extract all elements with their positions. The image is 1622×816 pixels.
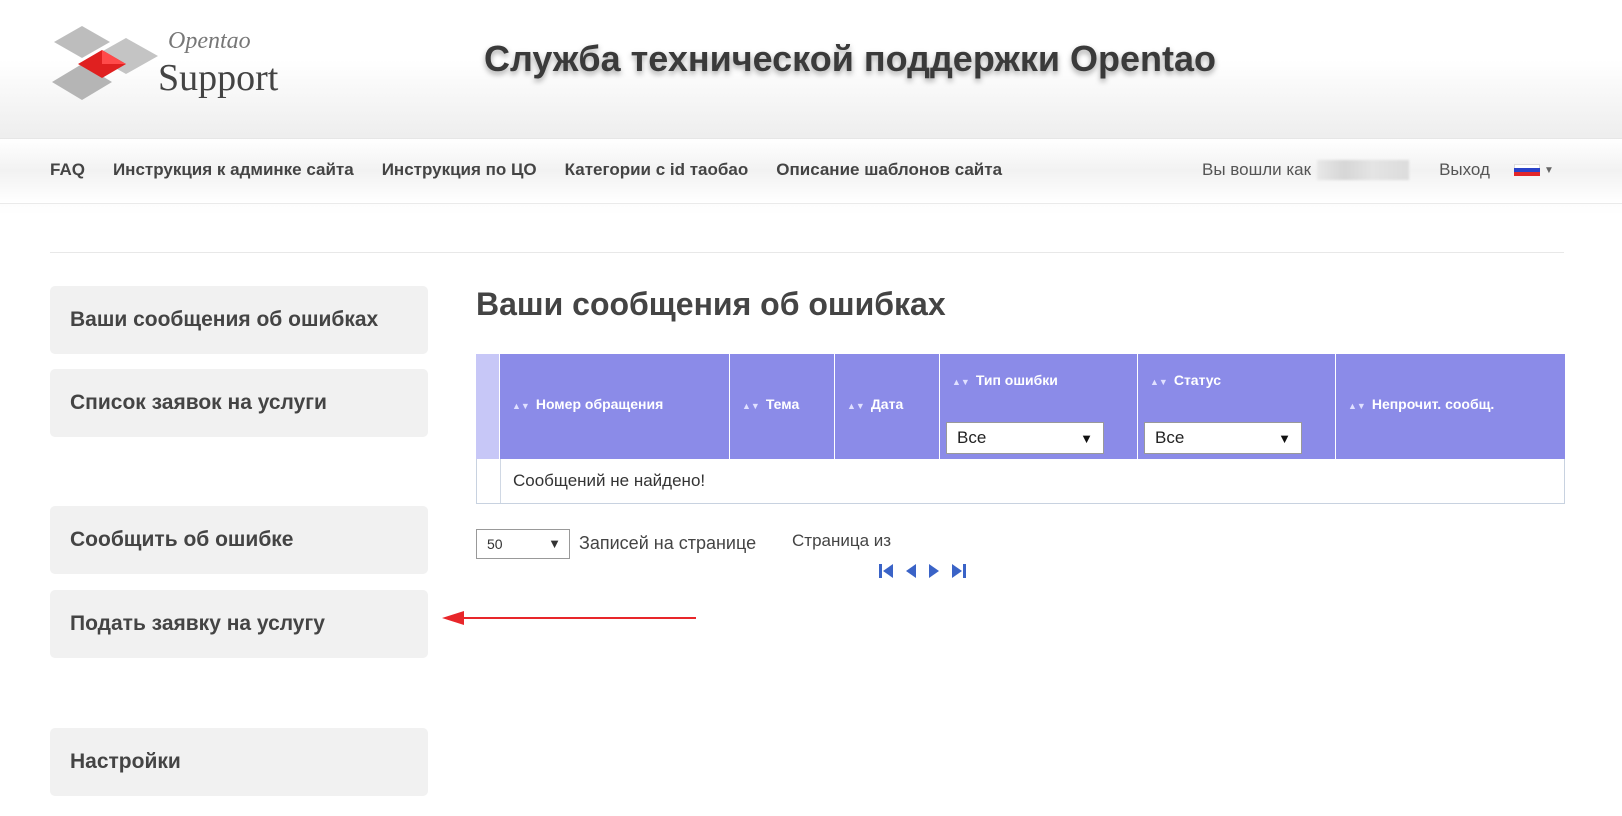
page-label: Страница из <box>792 531 892 550</box>
nav-item-faq[interactable]: FAQ <box>50 160 85 180</box>
logged-in-label: Вы вошли как <box>1202 160 1312 179</box>
status-filter-select[interactable]: Все ▼ <box>1144 422 1302 454</box>
per-page-label: Записей на странице <box>579 533 757 553</box>
logout-link[interactable]: Выход <box>1439 160 1490 180</box>
previous-page-icon[interactable] <box>905 562 917 580</box>
dropdown-arrow-icon: ▼ <box>548 536 561 551</box>
column-header-status[interactable]: ▲▼ Статус Все ▼ <box>1138 354 1336 459</box>
page-title: Ваши сообщения об ошибках <box>476 286 946 322</box>
site-title: Служба технической поддержки Opentao <box>484 38 1217 79</box>
language-dropdown-caret-icon[interactable]: ▼ <box>1544 165 1554 176</box>
nav-item-taobao-categories[interactable]: Категории с id таобао <box>565 160 749 180</box>
pager-controls <box>878 562 967 580</box>
error-type-filter-select[interactable]: Все ▼ <box>946 422 1104 454</box>
next-page-icon[interactable] <box>928 562 940 580</box>
logo-text-small: Opentao <box>168 28 251 54</box>
sort-icon: ▲▼ <box>952 377 970 387</box>
grid-empty-row: Сообщений не найдено! <box>476 459 1565 504</box>
column-header-subject[interactable]: ▲▼ Тема <box>730 354 835 459</box>
sort-icon: ▲▼ <box>512 401 530 411</box>
sort-icon: ▲▼ <box>1348 401 1366 411</box>
sidebar-item-submit-request[interactable]: Подать заявку на услугу <box>50 590 428 658</box>
empty-message: Сообщений не найдено! <box>513 471 706 490</box>
content-divider <box>50 252 1564 253</box>
nav-item-co-guide[interactable]: Инструкция по ЦО <box>382 160 537 180</box>
grid-header: ▲▼ Номер обращения ▲▼ Тема ▲▼ Дата ▲▼ Тип ош… <box>476 354 1565 459</box>
grid-header-lead <box>476 354 500 459</box>
sidebar-item-report-error[interactable]: Сообщить об ошибке <box>50 506 428 574</box>
sort-icon: ▲▼ <box>1150 377 1168 387</box>
annotation-arrow-icon <box>442 611 696 625</box>
sort-icon: ▲▼ <box>742 401 760 411</box>
logo-text-big: Support <box>158 57 279 99</box>
logo-diamond-icon <box>52 26 158 100</box>
russia-flag-icon[interactable] <box>1513 164 1540 176</box>
last-page-icon[interactable] <box>951 562 967 580</box>
opentao-logo[interactable]: Opentao Support <box>52 22 312 112</box>
sort-icon: ▲▼ <box>847 401 865 411</box>
sidebar-item-service-requests[interactable]: Список заявок на услуги <box>50 369 428 437</box>
dropdown-arrow-icon: ▼ <box>1278 431 1291 446</box>
column-header-date[interactable]: ▲▼ Дата <box>835 354 940 459</box>
first-page-icon[interactable] <box>878 562 894 580</box>
column-header-error-type[interactable]: ▲▼ Тип ошибки Все ▼ <box>940 354 1138 459</box>
errors-grid: ▲▼ Номер обращения ▲▼ Тема ▲▼ Дата ▲▼ Тип ош… <box>476 354 1565 504</box>
dropdown-arrow-icon: ▼ <box>1080 431 1093 446</box>
top-nav: FAQ Инструкция к админке сайта Инструкци… <box>50 160 1030 180</box>
sidebar-item-settings[interactable]: Настройки <box>50 728 428 796</box>
column-header-unread[interactable]: ▲▼ Непрочит. сообщ. <box>1336 354 1565 459</box>
user-area: Вы вошли как Выход ▼ <box>1202 160 1554 180</box>
column-header-number[interactable]: ▲▼ Номер обращения <box>500 354 730 459</box>
nav-item-admin-guide[interactable]: Инструкция к админке сайта <box>113 160 354 180</box>
username-redacted <box>1317 160 1410 180</box>
sidebar-item-my-errors[interactable]: Ваши сообщения об ошибках <box>50 286 428 354</box>
per-page-select[interactable]: 50 ▼ <box>476 529 570 559</box>
nav-item-templates[interactable]: Описание шаблонов сайта <box>776 160 1002 180</box>
